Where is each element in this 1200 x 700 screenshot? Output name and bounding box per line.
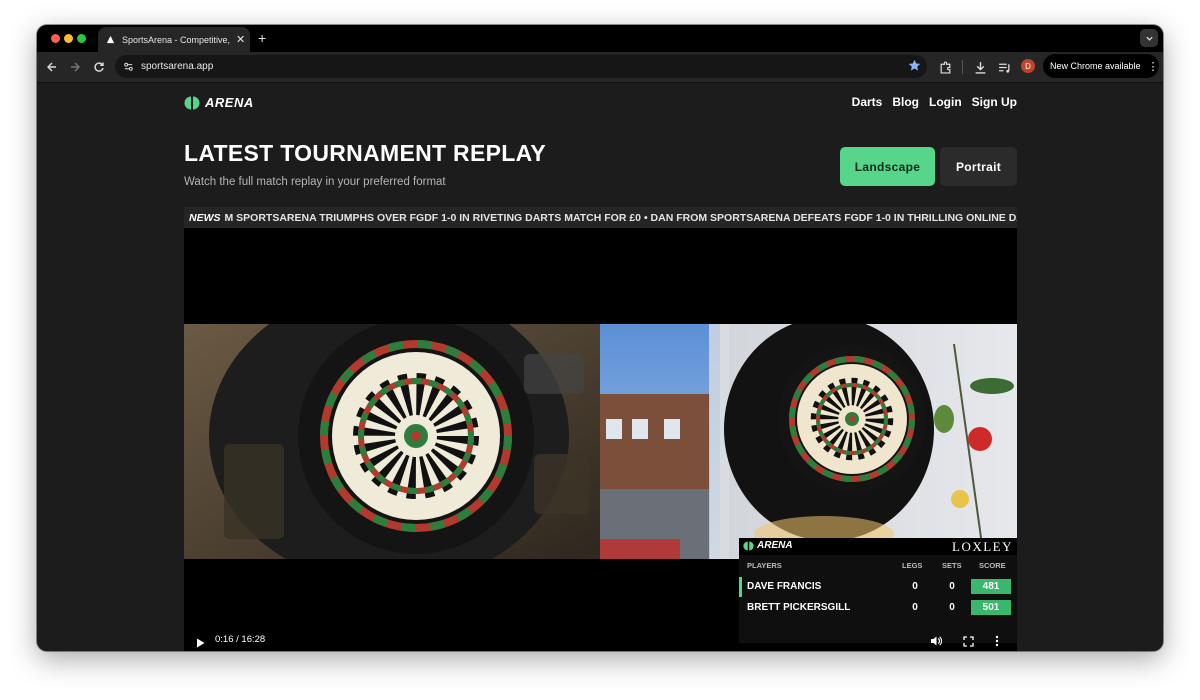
active-player-indicator	[739, 577, 742, 597]
url-text: sportsarena.app	[141, 61, 214, 72]
tab-title: SportsArena - Competitive, o	[122, 34, 232, 45]
profile-avatar[interactable]: D	[1021, 59, 1035, 73]
browser-tab[interactable]: SportsArena - Competitive, o ✕	[98, 27, 250, 52]
volume-icon[interactable]	[930, 634, 943, 651]
ticker-label: NEWS	[189, 211, 221, 224]
forward-icon[interactable]	[67, 59, 83, 75]
player-name: BRETT PICKERSGILL	[747, 602, 851, 613]
player-row: DAVE FRANCIS 0 0 481	[739, 577, 1017, 597]
ticker-text: M SPORTSARENA TRIUMPHS OVER FGDF 1-0 IN …	[224, 211, 1018, 224]
page-content: ARENA Darts Blog Login Sign Up LATEST TO…	[37, 83, 1163, 651]
back-icon[interactable]	[44, 59, 60, 75]
bookmark-star-icon[interactable]	[908, 59, 921, 77]
logo-text: ARENA	[205, 95, 254, 110]
nav-blog[interactable]: Blog	[892, 95, 919, 109]
player-sets: 0	[949, 602, 955, 613]
col-legs: LEGS	[902, 561, 923, 570]
reload-icon[interactable]	[91, 59, 107, 75]
browser-window: SportsArena - Competitive, o ✕ + sportsa…	[37, 25, 1163, 651]
player-score: 501	[971, 600, 1011, 615]
video-time: 0:16 / 16:28	[215, 634, 266, 645]
tab-strip: SportsArena - Competitive, o ✕ +	[37, 25, 1163, 52]
player-sets: 0	[949, 581, 955, 592]
download-icon[interactable]	[972, 59, 988, 75]
close-window-button[interactable]	[51, 34, 60, 43]
portrait-button[interactable]: Portrait	[940, 147, 1017, 186]
player-legs: 0	[912, 581, 918, 592]
extensions-icon[interactable]	[937, 59, 953, 75]
video-frame-image	[184, 324, 1017, 559]
video-more-icon[interactable]	[995, 634, 999, 651]
update-label: New Chrome available	[1050, 61, 1141, 71]
nav-darts[interactable]: Darts	[852, 95, 883, 109]
site-logo[interactable]: ARENA	[184, 95, 254, 110]
scoreboard-logo: ARENA	[743, 540, 793, 551]
browser-toolbar: sportsarena.app D New Chrome available ⋮	[37, 52, 1163, 83]
minimize-window-button[interactable]	[64, 34, 73, 43]
arena-logo-icon	[743, 541, 754, 550]
more-menu-icon[interactable]: ⋮	[1148, 60, 1159, 73]
page-title: LATEST TOURNAMENT REPLAY	[184, 140, 547, 166]
page-subtitle: Watch the full match replay in your pref…	[184, 176, 446, 188]
tab-search-button[interactable]	[1140, 29, 1158, 47]
chevron-down-icon	[1145, 36, 1153, 41]
sponsor-brand: LOXLEY	[952, 539, 1013, 554]
chrome-update-button[interactable]: New Chrome available ⋮	[1043, 54, 1159, 78]
arena-logo-icon	[184, 96, 200, 109]
scoreboard-header: ARENA LOXLEY	[739, 538, 1017, 555]
col-sets: SETS	[942, 561, 962, 570]
player-row: BRETT PICKERSGILL 0 0 501	[739, 598, 1017, 618]
tab-close-icon[interactable]: ✕	[236, 33, 245, 46]
player-legs: 0	[912, 602, 918, 613]
col-players: PLAYERS	[747, 561, 782, 570]
site-settings-icon[interactable]	[121, 60, 135, 74]
player-score: 481	[971, 579, 1011, 594]
landscape-button[interactable]: Landscape	[840, 147, 935, 186]
col-score: SCORE	[979, 561, 1006, 570]
media-controls-icon[interactable]	[996, 59, 1012, 75]
play-icon[interactable]	[196, 635, 205, 651]
nav-sign-up[interactable]: Sign Up	[972, 95, 1017, 109]
video-player[interactable]: ARENA LOXLEY PLAYERS LEGS SETS SCORE DAV…	[184, 228, 1017, 651]
nav-login[interactable]: Login	[929, 95, 962, 109]
site-favicon-icon	[104, 34, 116, 46]
scoreboard-logo-text: ARENA	[757, 540, 793, 551]
maximize-window-button[interactable]	[77, 34, 86, 43]
player-name: DAVE FRANCIS	[747, 581, 822, 592]
news-ticker: NEWS M SPORTSARENA TRIUMPHS OVER FGDF 1-…	[184, 207, 1017, 228]
main-nav: Darts Blog Login Sign Up	[852, 95, 1017, 109]
new-tab-icon[interactable]: +	[258, 30, 266, 46]
toolbar-separator	[962, 60, 963, 74]
address-bar[interactable]: sportsarena.app	[115, 55, 927, 78]
fullscreen-icon[interactable]	[963, 634, 974, 651]
video-controls: 0:16 / 16:28	[184, 628, 1017, 651]
